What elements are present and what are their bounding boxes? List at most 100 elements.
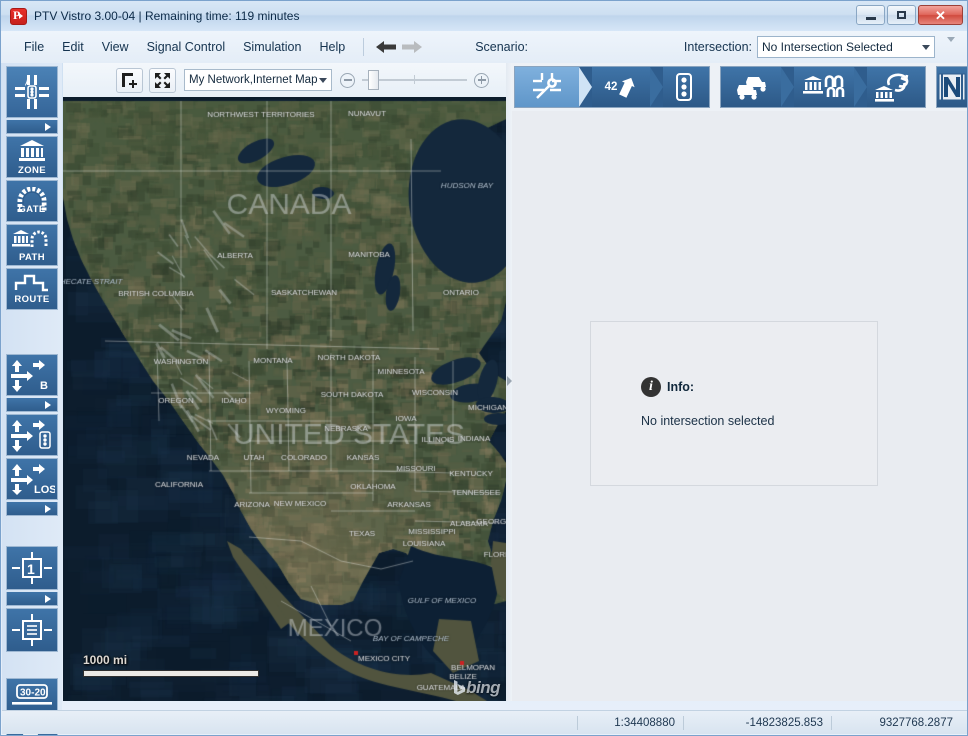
chev-volumes-badge: 42: [605, 81, 618, 93]
lane-number-icon: 1: [10, 551, 54, 585]
flow-signal-icon: [9, 418, 55, 452]
zoom-to-extent-icon: [154, 72, 171, 89]
tool-gate[interactable]: GATE: [6, 180, 58, 222]
close-button[interactable]: ✕: [918, 5, 963, 25]
window-title: PTV Vistro 3.00-04 | Remaining time: 119…: [34, 9, 299, 23]
map-scale-bar: 1000 mi: [83, 653, 259, 677]
chev-intersection-setup[interactable]: [515, 67, 579, 107]
map-toolbar: My Network,Internet Map: [63, 63, 506, 97]
map-zoom-control: [340, 73, 489, 88]
zone-icon: [18, 139, 46, 164]
zoom-slider-thumb[interactable]: [368, 70, 379, 90]
ptv-logo-icon: [10, 8, 27, 25]
tool-volume-balancing[interactable]: B: [6, 354, 58, 396]
lane-detail-icon: [10, 613, 54, 647]
svg-text:30-20: 30-20: [20, 688, 46, 699]
menu-simulation[interactable]: Simulation: [234, 36, 310, 58]
menu-divider: [363, 38, 364, 56]
building-assignment-icon: [875, 72, 913, 102]
building-distribution-icon: [803, 73, 845, 101]
speed-30-20-icon: 30-20: [10, 682, 54, 710]
right-toolbar: 42: [512, 63, 968, 111]
tool-route[interactable]: ROUTE: [6, 268, 58, 310]
status-scale: 1:34408880: [577, 716, 683, 730]
svg-text:1: 1: [27, 561, 35, 577]
tool-lane-detail[interactable]: [6, 608, 58, 652]
tool-speed-limit[interactable]: 30-20: [6, 678, 58, 714]
chevron-group-intersection-tools: 42: [514, 66, 710, 108]
zoom-slider-track[interactable]: [362, 79, 467, 81]
chevron-group-planning-tools: [720, 66, 926, 108]
intersection-wrench-icon: [530, 72, 564, 102]
menu-edit[interactable]: Edit: [53, 36, 93, 58]
menu-signal-control[interactable]: Signal Control: [138, 36, 235, 58]
chevron-down-icon: [922, 45, 930, 50]
report-n-icon: [937, 72, 967, 102]
volume-42-icon: [619, 76, 637, 98]
status-coord-y: 9327768.2877: [831, 716, 961, 730]
intersection-select-value: No Intersection Selected: [762, 40, 922, 54]
info-circle-icon: i: [641, 377, 661, 397]
tool-zone-label: ZONE: [18, 165, 46, 176]
status-bar: 1:34408880 -14823825.853 9327768.2877: [2, 710, 967, 734]
tool-path[interactable]: PATH: [6, 224, 58, 266]
tool-volume-balancing-dropdown[interactable]: [6, 398, 58, 412]
map-canvas[interactable]: [63, 97, 506, 701]
tool-intersection-dropdown[interactable]: [6, 120, 58, 134]
bing-mark-icon: [454, 680, 465, 695]
route-icon: [14, 273, 50, 293]
chevron-right-icon: [45, 595, 51, 603]
map-layer-value: My Network,Internet Map: [189, 74, 319, 86]
info-box: i Info: No intersection selected: [590, 321, 878, 486]
tool-intersection[interactable]: [6, 66, 58, 118]
report-view-button[interactable]: [936, 66, 968, 108]
chev-trip-assignment[interactable]: [867, 67, 925, 107]
tool-path-label: PATH: [19, 252, 45, 263]
new-network-button[interactable]: [116, 68, 143, 93]
minimize-button[interactable]: [856, 5, 885, 25]
tool-lane-number[interactable]: 1: [6, 546, 58, 590]
zoom-to-extent-button[interactable]: [149, 68, 176, 93]
arrow-right-icon: [401, 40, 423, 54]
intersection-overflow-button[interactable]: [947, 42, 955, 56]
chevron-right-icon: [45, 505, 51, 513]
rail-group-network-objects: ZONE GATE P: [2, 64, 62, 314]
zoom-slider-tick: [414, 75, 415, 84]
chev-trip-distribution[interactable]: [794, 67, 854, 107]
menu-file[interactable]: File: [15, 36, 53, 58]
chev-volumes[interactable]: 42: [592, 67, 650, 107]
zoom-out-icon: [344, 79, 352, 81]
arrow-left-icon: [375, 40, 397, 54]
chevron-down-icon: [947, 37, 955, 56]
new-network-icon: [121, 72, 138, 89]
menu-view[interactable]: View: [93, 36, 138, 58]
svg-text:B: B: [40, 380, 48, 392]
menu-help[interactable]: Help: [310, 36, 354, 58]
forward-button[interactable]: [399, 36, 425, 58]
left-toolbar: ZONE GATE P: [2, 63, 62, 713]
tool-route-label: ROUTE: [14, 294, 49, 305]
map-layer-select[interactable]: My Network,Internet Map: [184, 69, 332, 91]
tool-lane-number-dropdown[interactable]: [6, 592, 58, 606]
info-header: i Info:: [641, 377, 694, 397]
tool-level-of-service[interactable]: LOS: [6, 458, 58, 500]
traffic-light-icon: [674, 73, 694, 101]
tool-level-of-service-dropdown[interactable]: [6, 502, 58, 516]
map-viewport[interactable]: 1000 mi bing: [63, 97, 506, 701]
close-icon: ✕: [935, 9, 946, 22]
intersection-select[interactable]: No Intersection Selected: [757, 36, 935, 58]
tool-signal-flow[interactable]: [6, 414, 58, 456]
maximize-button[interactable]: [887, 5, 916, 25]
chev-signal-control[interactable]: [663, 67, 709, 107]
back-button[interactable]: [373, 36, 399, 58]
intersection-icon: [13, 73, 51, 111]
cars-icon: [732, 73, 770, 101]
zoom-in-button[interactable]: [474, 73, 489, 88]
map-scale-label: 1000 mi: [83, 653, 259, 667]
chev-trip-generation[interactable]: [721, 67, 781, 107]
tool-zone[interactable]: ZONE: [6, 136, 58, 178]
tool-gate-label: GATE: [18, 204, 45, 215]
zoom-out-button[interactable]: [340, 73, 355, 88]
path-icon: [12, 227, 52, 251]
rail-group-flow-analysis: B: [2, 352, 62, 520]
